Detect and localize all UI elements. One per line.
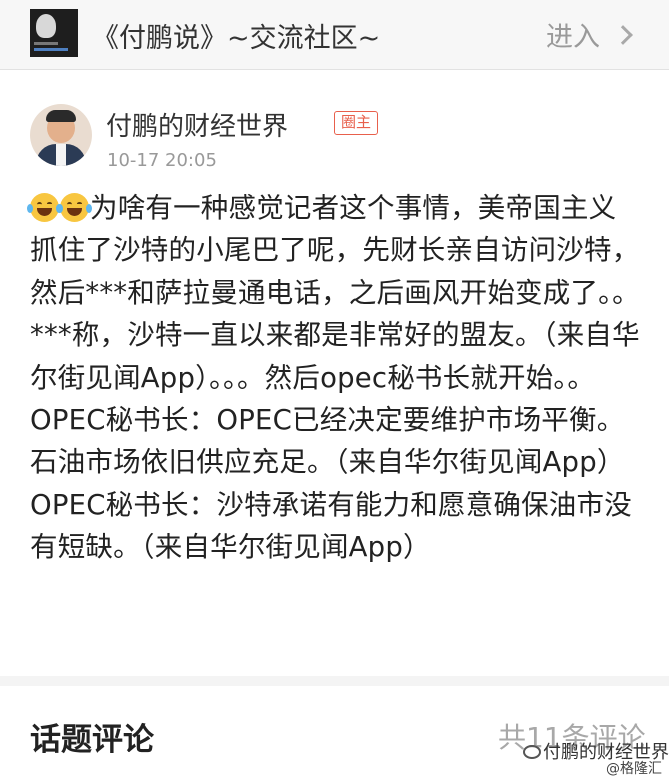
post-text: 为啥有一种感觉记者这个事情，美帝国主义抓住了沙特的小尾巴了呢，先财长亲自访问沙特… (30, 192, 640, 564)
watermark-source: @格隆汇 (606, 761, 662, 777)
joy-emoji-icon (57, 193, 92, 222)
post-body: 为啥有一种感觉记者这个事情，美帝国主义抓住了沙特的小尾巴了呢，先财长亲自访问沙特… (27, 187, 642, 569)
group-thumbnail[interactable] (30, 9, 78, 57)
enter-label: 进入 (546, 22, 600, 53)
group-title[interactable]: 《付鹏说》~交流社区~ (92, 16, 380, 55)
owner-badge: 圈主 (334, 111, 379, 135)
post-card: 付鹏的财经世界 圈主 10-17 20:05 为啥有一种感觉记者这个事情，美帝国… (0, 70, 669, 676)
enter-button[interactable]: 进入 (546, 15, 633, 54)
avatar[interactable] (30, 104, 92, 166)
top-bar: 《付鹏说》~交流社区~ 进入 (0, 0, 669, 70)
thumbnail-portrait (36, 14, 56, 38)
post-timestamp: 10-17 20:05 (107, 150, 217, 171)
wechat-icon (523, 745, 541, 759)
chevron-right-icon (613, 24, 633, 45)
comments-title: 话题评论 (30, 722, 154, 758)
author-name[interactable]: 付鹏的财经世界 (106, 106, 288, 143)
joy-emoji-icon (27, 193, 62, 222)
